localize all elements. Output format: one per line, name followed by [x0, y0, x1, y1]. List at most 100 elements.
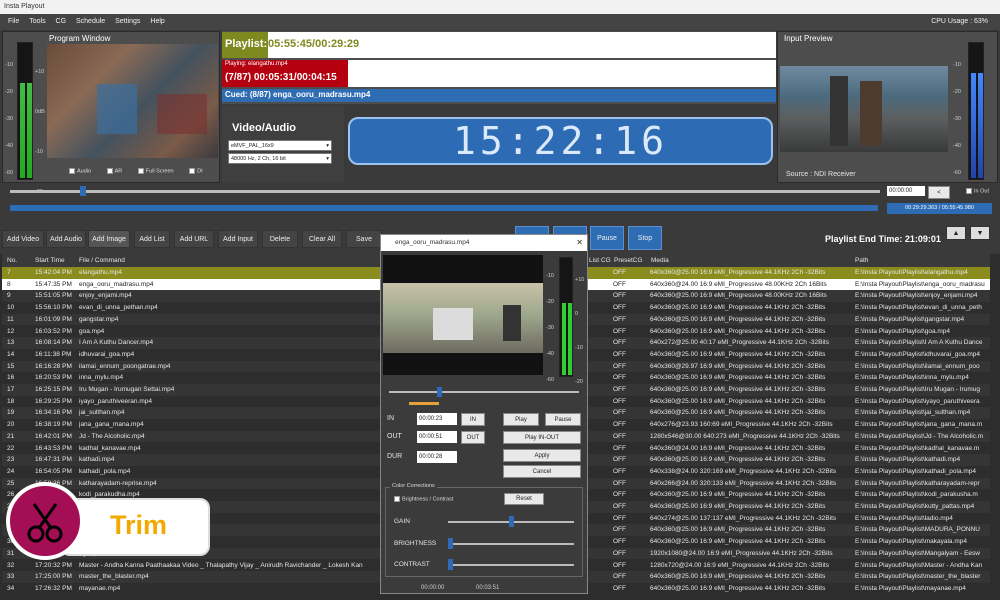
cell-presetcg: OFF [613, 491, 626, 499]
cell-media: 640x360@25.00 16:9 eMI_Progressive 44.1K… [650, 386, 826, 393]
seek-time-input[interactable]: 00:00:00 [887, 186, 925, 196]
audio-checkbox[interactable] [69, 168, 75, 174]
col-presetcg-header[interactable]: PresetCG [614, 254, 643, 267]
color-corrections-group: Color Corrections Brightness / Contrast … [385, 483, 583, 577]
trim-label: Trim [110, 510, 168, 540]
cell-file: enjoy_enjami.mp4 [79, 292, 132, 300]
col-listcg-header[interactable]: List CG [589, 254, 611, 267]
di-checkbox[interactable] [189, 168, 196, 174]
brightness-contrast-toggle[interactable]: Brightness / Contrast [394, 496, 453, 502]
cell-media: 640x360@25.00 16:9 eMI_Progressive 44.1K… [650, 397, 826, 405]
dialog-pause-button[interactable]: Pause [545, 413, 581, 426]
scale-tick: -20 [546, 299, 554, 305]
add-audio-button[interactable]: Add Audio [46, 230, 86, 248]
in-time-input[interactable]: 00:00:23 [417, 413, 457, 425]
add-url-button[interactable]: Add URL [174, 230, 214, 248]
ar-checkbox[interactable] [106, 168, 113, 174]
out-time-input[interactable]: 00:00:51 [417, 431, 457, 443]
cell-path: E:\Insta Playout\Playlist\goa.mp4 [855, 327, 951, 335]
move-down-button[interactable]: ▼ [970, 226, 990, 240]
scale-tick: -60 [5, 170, 13, 176]
cell-path: E:\Insta Playout\Playlist\Master - Andha… [855, 561, 983, 569]
scale-tick: 0 [575, 311, 579, 317]
close-icon[interactable]: ✕ [576, 235, 583, 251]
menu-help[interactable]: Help [150, 14, 164, 30]
clear-all-button[interactable]: Clear All [302, 230, 342, 248]
cell-presetcg: OFF [613, 386, 626, 393]
fullscreen-checkbox[interactable] [137, 168, 144, 174]
cell-file: evan_di_unna_pethan.mp4 [79, 304, 158, 312]
col-no-header[interactable]: No. [7, 254, 17, 267]
cell-file: inna_mylu.mp4 [79, 374, 124, 382]
delete-button[interactable]: Delete [262, 230, 298, 248]
col-media-header[interactable]: Media [651, 254, 669, 267]
contrast-slider-handle[interactable] [448, 559, 453, 570]
input-source-label: Source : NDI Receiver [786, 171, 856, 178]
add-list-button[interactable]: Add List [134, 230, 170, 248]
menu-schedule[interactable]: Schedule [76, 14, 105, 30]
col-start-header[interactable]: Start Time [35, 254, 65, 267]
contrast-slider[interactable] [448, 564, 574, 566]
pause-button[interactable]: Pause [590, 226, 624, 250]
brightness-slider-handle[interactable] [448, 538, 453, 549]
playlist-label: Playlist: [225, 38, 268, 50]
col-file-header[interactable]: File / Command [79, 254, 125, 267]
save-button[interactable]: Save [346, 230, 382, 248]
menu-tools[interactable]: Tools [29, 14, 45, 30]
cell-presetcg: OFF [613, 421, 626, 429]
stop-button[interactable]: Stop [628, 226, 662, 250]
cell-no: 14 [7, 350, 15, 358]
cell-presetcg: OFF [613, 292, 626, 300]
cell-presetcg: OFF [613, 514, 626, 522]
dialog-play-button[interactable]: Play [503, 413, 539, 426]
inout-toggle[interactable]: In Out [966, 188, 989, 194]
dialog-seek-handle[interactable] [437, 387, 442, 397]
cell-file: kathadi.mp4 [79, 456, 115, 464]
seek-handle[interactable] [80, 186, 86, 196]
cell-presetcg: OFF [613, 315, 626, 323]
dialog-seek-track[interactable] [389, 391, 579, 393]
apply-button[interactable]: Apply [503, 449, 581, 462]
col-path-header[interactable]: Path [855, 254, 868, 267]
menu-settings[interactable]: Settings [115, 14, 140, 30]
seek-track[interactable] [10, 190, 880, 193]
add-input-button[interactable]: Add Input [218, 230, 258, 248]
inout-checkbox[interactable] [966, 188, 972, 194]
scissors-badge [6, 482, 84, 560]
set-in-button[interactable]: IN [461, 413, 485, 426]
scale-tick: -60 [546, 377, 554, 383]
duration-input[interactable]: 00:00:28 [417, 451, 457, 463]
cell-start-time: 16:38:19 PM [35, 421, 72, 429]
seek-back-button[interactable]: < [928, 186, 950, 199]
trim-dialog: enga_ooru_madrasu.mp4 ✕ -10 -20 -30 -40 … [380, 234, 588, 594]
add-image-button[interactable]: Add Image [88, 230, 130, 248]
scale-tick: -40 [953, 143, 961, 149]
menu-file[interactable]: File [8, 14, 19, 30]
cell-media: 640x360@25.00 16:9 eMI_Progressive 44.1K… [650, 538, 826, 546]
play-in-out-button[interactable]: Play IN-OUT [503, 431, 581, 444]
gain-slider-handle[interactable] [509, 516, 514, 527]
dialog-video-area [383, 255, 543, 375]
add-video-button[interactable]: Add Video [2, 230, 44, 248]
audio-format-select[interactable]: 48000 Hz, 2 Ch, 16 bit ▾ [228, 153, 332, 164]
cell-media: 640x360@25.00 16:9 eMI_Progressive 44.1K… [650, 350, 826, 358]
cell-no: 9 [7, 292, 11, 300]
cell-no: 16 [7, 374, 15, 382]
menu-cg[interactable]: CG [56, 14, 67, 30]
brightness-contrast-checkbox[interactable] [394, 496, 400, 502]
move-up-button[interactable]: ▲ [946, 226, 966, 240]
reset-button[interactable]: Reset [504, 493, 544, 505]
ar-check-label: AR [114, 168, 123, 175]
cell-path: E:\Insta Playout\Playlist\idhuvarai_goa.… [855, 350, 981, 358]
cell-no: 7 [7, 269, 11, 276]
video-format-select[interactable]: eMVF_PAL_16x9 ▾ [228, 140, 332, 151]
dialog-scale-left: -10 -20 -30 -40 -60 [546, 263, 554, 393]
cancel-button[interactable]: Cancel [503, 465, 581, 478]
input-preview-panel: Input Preview Source : NDI Receiver -10 … [777, 31, 998, 183]
brightness-slider[interactable] [448, 543, 574, 545]
set-out-button[interactable]: OUT [461, 431, 485, 444]
cell-media: 640x360@29.97 16:9 eMI_Progressive 44.1K… [650, 362, 826, 370]
audio-check-label: Audio [77, 168, 92, 175]
cell-path: E:\Insta Playout\Playlist\I Am A Kuthu D… [855, 339, 983, 347]
scale-tick: -40 [546, 351, 554, 357]
